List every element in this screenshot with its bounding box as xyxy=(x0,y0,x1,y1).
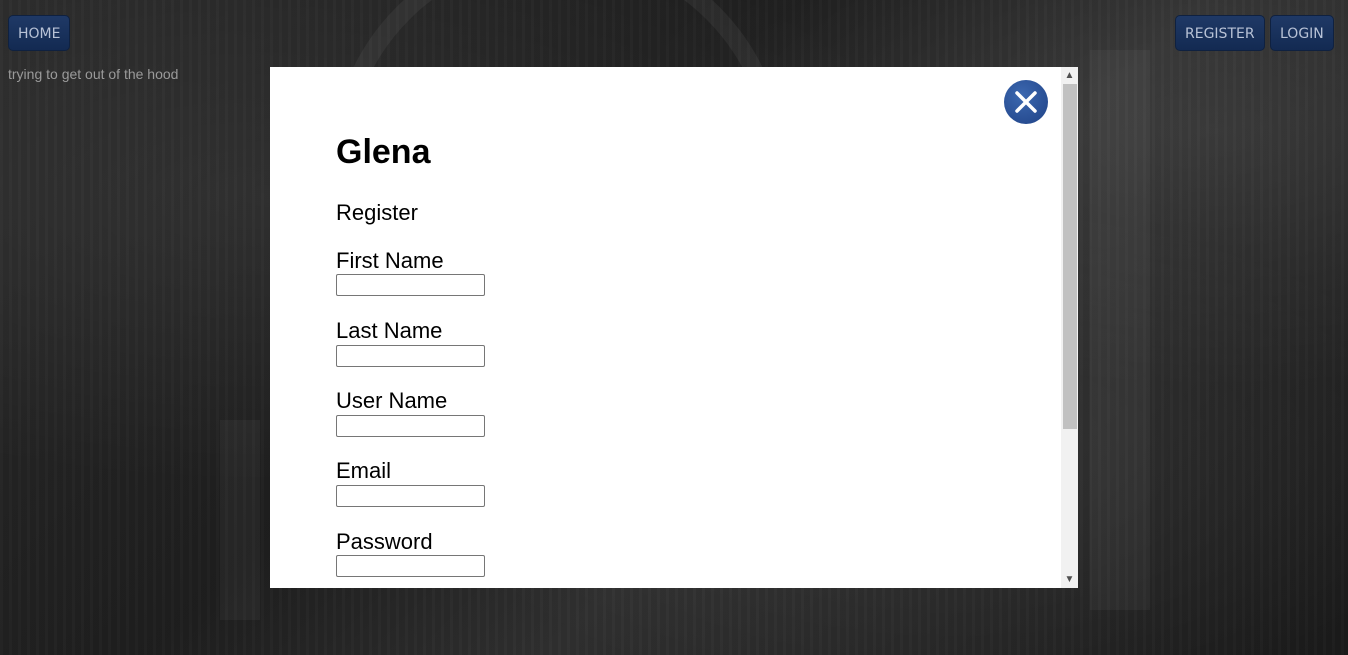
scroll-down-arrow-icon[interactable]: ▼ xyxy=(1061,571,1078,588)
site-tagline: trying to get out of the hood xyxy=(8,66,179,82)
modal-subtitle: Register xyxy=(336,200,418,225)
last-name-field[interactable] xyxy=(336,345,485,367)
background-column xyxy=(1090,50,1150,610)
email-field[interactable] xyxy=(336,485,485,507)
scrollbar-thumb[interactable] xyxy=(1063,84,1077,429)
home-button[interactable]: HOME xyxy=(8,15,71,51)
last-name-label: Last Name xyxy=(336,318,443,343)
modal-scrollbar[interactable]: ▲ ▼ xyxy=(1061,67,1078,588)
background-column xyxy=(220,420,260,620)
close-button[interactable] xyxy=(1004,80,1048,124)
register-button[interactable]: REGISTER xyxy=(1175,15,1265,51)
login-button[interactable]: LOGIN xyxy=(1270,15,1334,51)
password-label: Password xyxy=(336,529,433,554)
close-icon xyxy=(1015,91,1037,113)
user-name-field[interactable] xyxy=(336,415,485,437)
scroll-up-arrow-icon[interactable]: ▲ xyxy=(1061,67,1078,84)
first-name-label: First Name xyxy=(336,248,444,273)
user-name-label: User Name xyxy=(336,388,448,413)
password-field[interactable] xyxy=(336,555,485,577)
modal-title: Glena xyxy=(336,133,431,171)
email-label: Email xyxy=(336,458,392,483)
first-name-field[interactable] xyxy=(336,274,485,296)
register-modal: Glena Register First Name Last Name User… xyxy=(270,67,1078,588)
